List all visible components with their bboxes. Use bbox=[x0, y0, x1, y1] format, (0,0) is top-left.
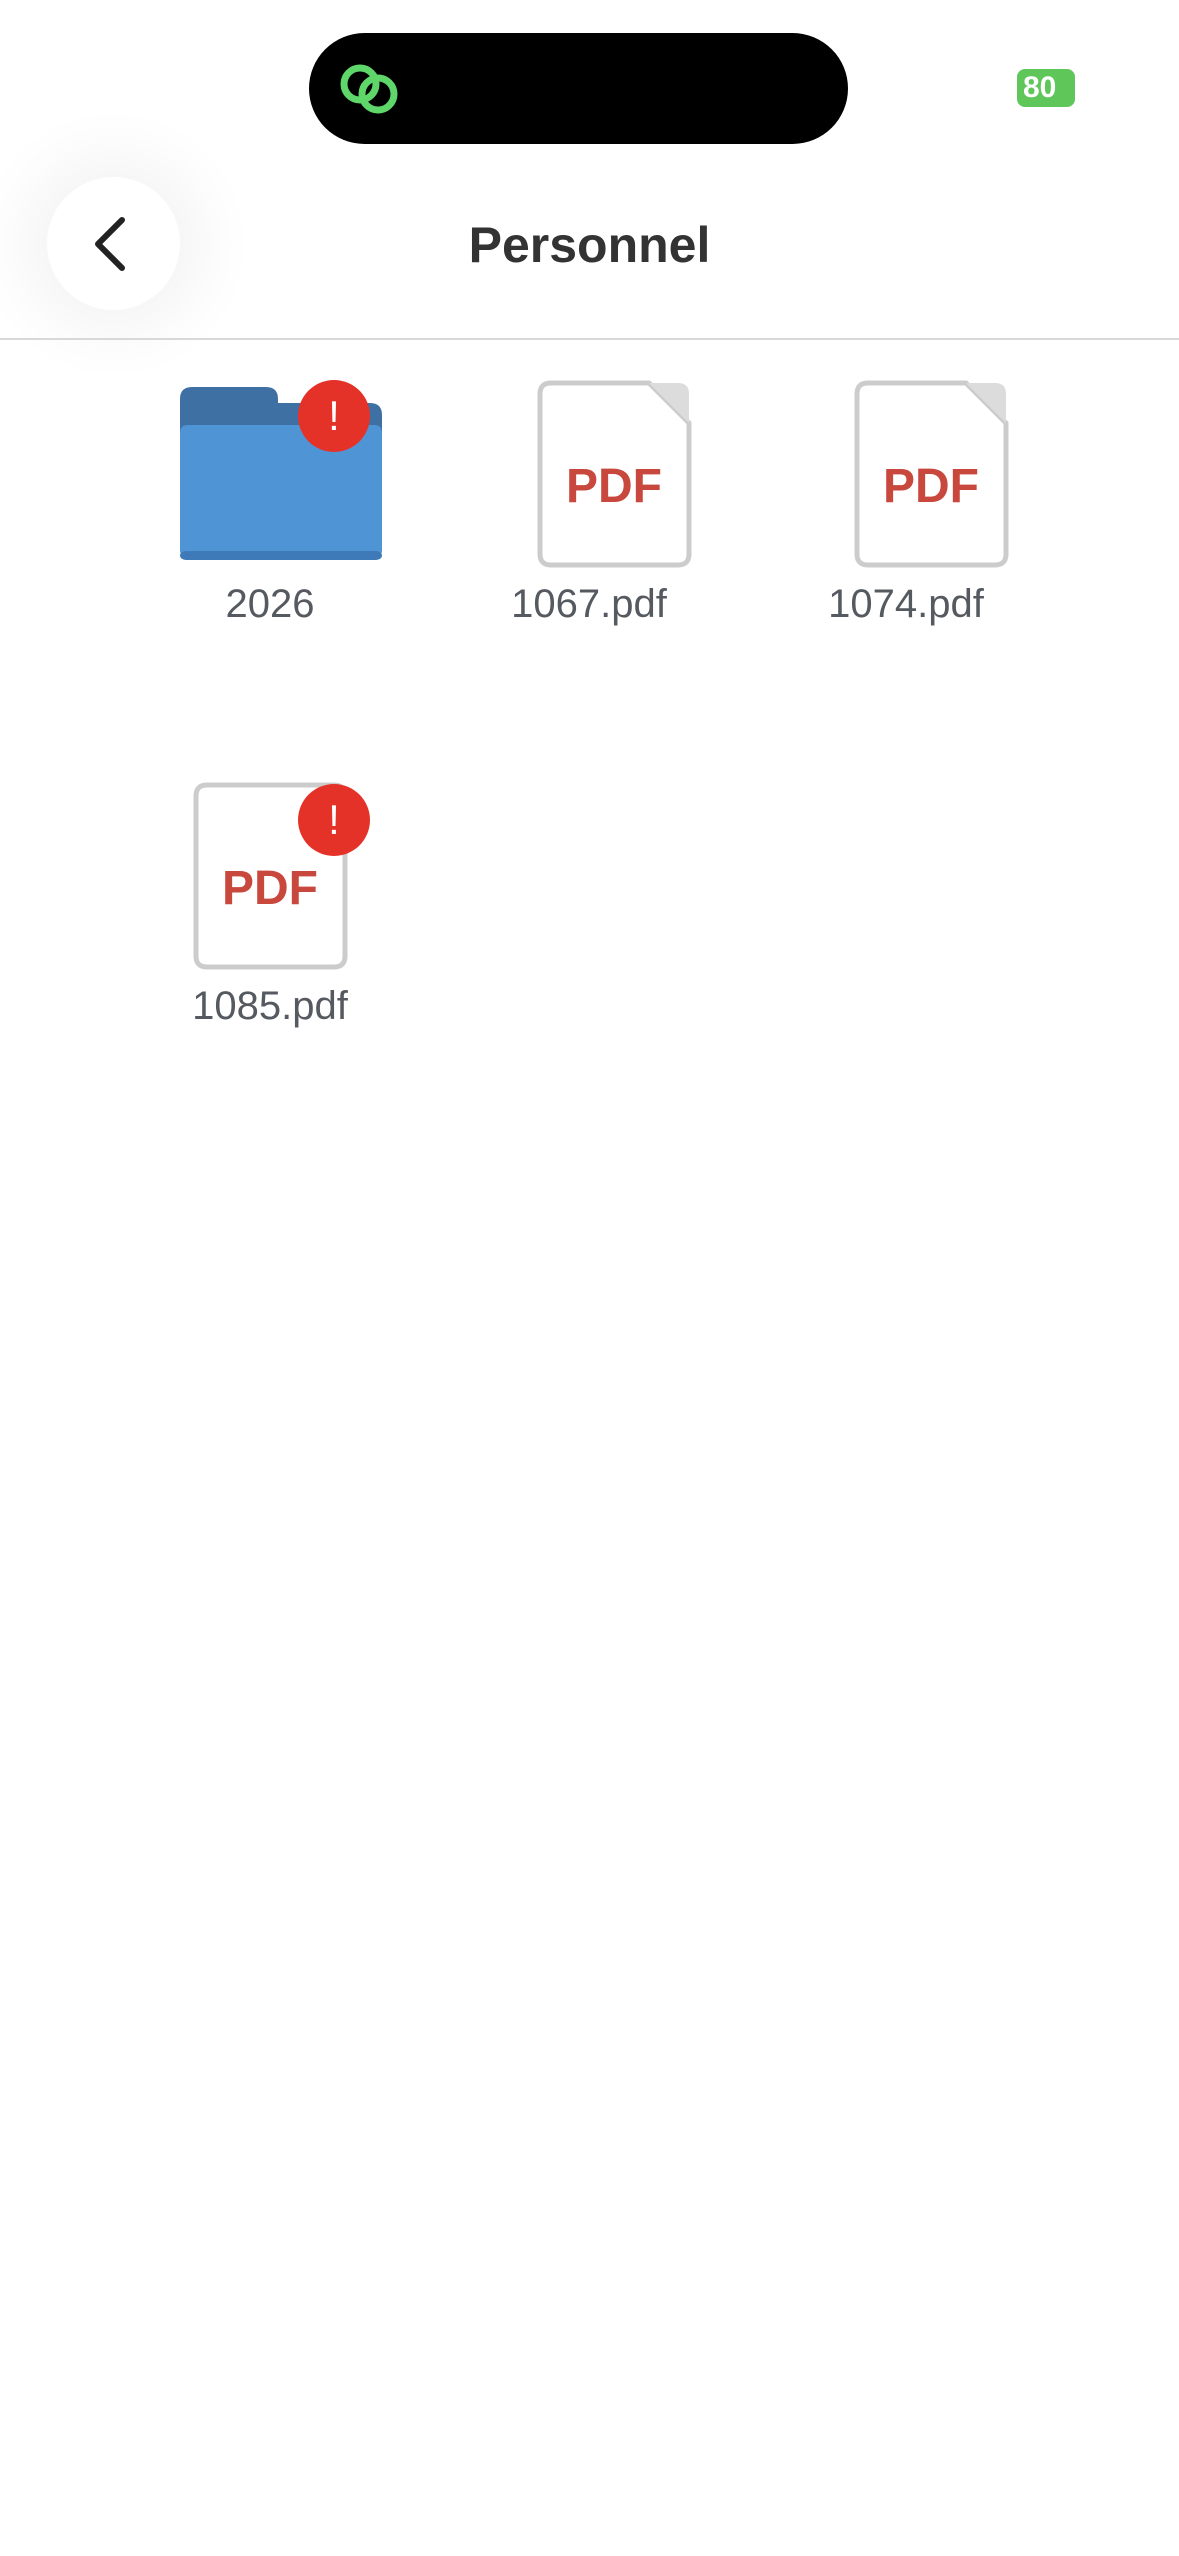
alert-badge: ! bbox=[298, 380, 370, 452]
folder-icon-box: ! bbox=[140, 380, 400, 570]
header-divider bbox=[0, 338, 1179, 340]
file-name: 1074.pdf bbox=[828, 582, 984, 626]
file-name: 2026 bbox=[225, 582, 315, 626]
battery-level: 80 bbox=[1023, 71, 1057, 104]
pdf-file-icon: PDF bbox=[854, 380, 1009, 568]
file-item-1067[interactable]: PDF 1067.pdf bbox=[459, 380, 719, 640]
pdf-icon-box: PDF ! bbox=[140, 782, 400, 972]
link-rings-icon bbox=[340, 64, 398, 114]
pdf-icon-label: PDF bbox=[883, 460, 979, 513]
file-item-1085[interactable]: PDF ! 1085.pdf bbox=[140, 782, 400, 1042]
pdf-icon-label: PDF bbox=[566, 460, 662, 513]
pdf-file-icon: PDF bbox=[537, 380, 692, 568]
file-name: 1067.pdf bbox=[511, 582, 667, 626]
file-item-1074[interactable]: PDF 1074.pdf bbox=[776, 380, 1036, 640]
pdf-icon-box: PDF bbox=[459, 380, 719, 570]
folder-item-2026[interactable]: ! 2026 bbox=[140, 380, 400, 640]
battery-indicator: 80 bbox=[1017, 69, 1075, 107]
alert-badge: ! bbox=[298, 784, 370, 856]
file-name: 1085.pdf bbox=[192, 984, 348, 1028]
dynamic-island bbox=[309, 33, 848, 144]
pdf-icon-box: PDF bbox=[776, 380, 1036, 570]
page-title: Personnel bbox=[468, 217, 711, 273]
pdf-icon-label: PDF bbox=[222, 862, 318, 915]
